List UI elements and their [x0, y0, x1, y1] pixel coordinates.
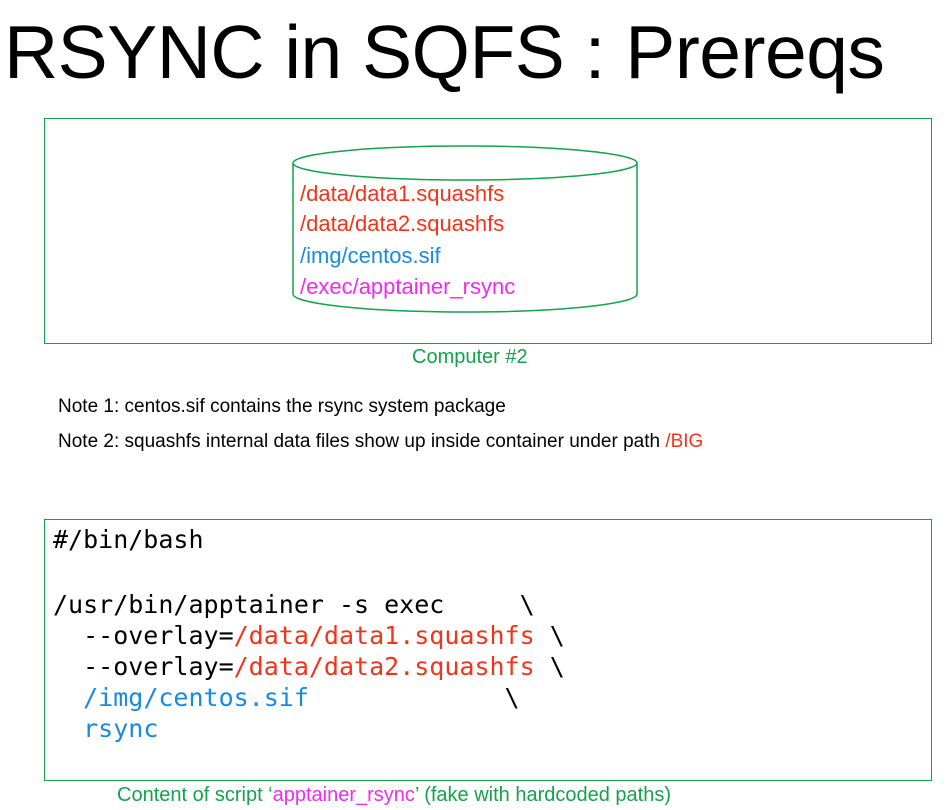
line-continuation: \ [308, 683, 520, 712]
script-caption-prefix: Content of script ‘ [117, 784, 273, 806]
code-line-overlay-1: --overlay=/data/data1.squashfs \ [53, 620, 565, 651]
overlay-2-path: /data/data2.squashfs [233, 652, 535, 681]
code-line-overlay-2: --overlay=/data/data2.squashfs \ [53, 651, 565, 682]
code-line-shebang: #/bin/bash [53, 525, 204, 554]
note-2-path: /BIG [665, 431, 704, 452]
script-caption: Content of script ‘apptainer_rsync’ (fak… [117, 784, 671, 807]
disk-file-data1: /data/data1.squashfs [300, 181, 505, 206]
code-line-rsync: rsync [53, 713, 158, 744]
note-2: Note 2: squashfs internal data files sho… [58, 431, 703, 453]
code-line-command: /usr/bin/apptainer -s exec \ [53, 590, 535, 619]
code-line-image: /img/centos.sif \ [53, 682, 520, 713]
image-path: /img/centos.sif [83, 683, 309, 712]
script-caption-name: apptainer_rsync [272, 784, 415, 806]
note-2-text: Note 2: squashfs internal data files sho… [58, 431, 666, 452]
note-1: Note 1: centos.sif contains the rsync sy… [58, 396, 506, 417]
disk-file-centos-sif: /img/centos.sif [300, 243, 441, 268]
overlay-flag: --overlay= [53, 652, 234, 681]
line-continuation: \ [534, 621, 565, 650]
disk-file-data2: /data/data2.squashfs [300, 211, 505, 236]
disk-file-apptainer-rsync: /exec/apptainer_rsync [300, 274, 516, 299]
overlay-flag: --overlay= [53, 621, 234, 650]
slide-title: RSYNC in SQFS : Prereqs [4, 10, 885, 94]
line-continuation: \ [534, 652, 565, 681]
overlay-1-path: /data/data1.squashfs [233, 621, 535, 650]
script-caption-suffix: ’ (fake with hardcoded paths) [414, 784, 672, 806]
rsync-command: rsync [83, 714, 159, 743]
computer-label: Computer #2 [412, 346, 528, 368]
